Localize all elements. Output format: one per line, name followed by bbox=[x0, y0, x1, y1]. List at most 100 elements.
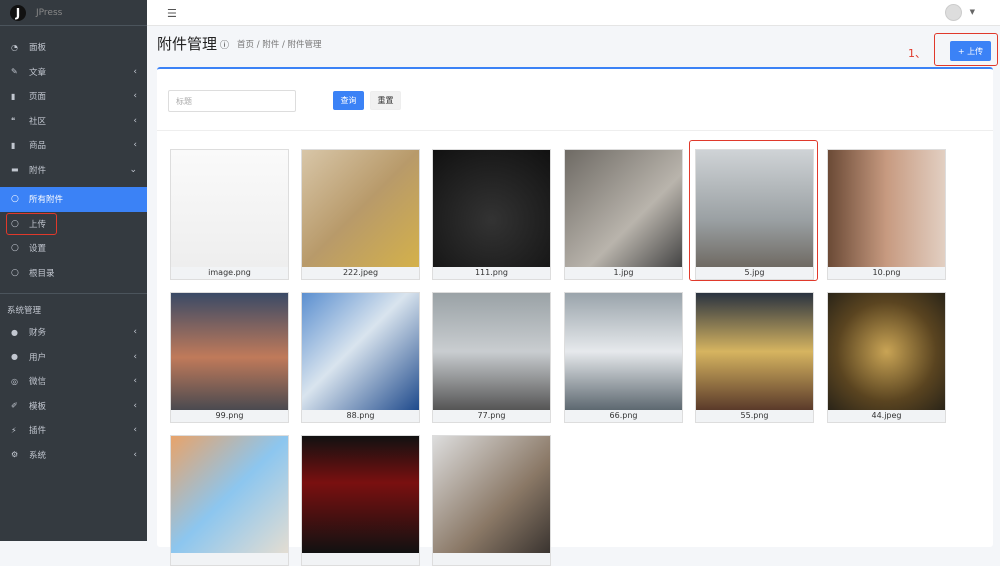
sidebar-item-0[interactable]: ◔ 面板 bbox=[0, 35, 147, 60]
attachment-name: 77.png bbox=[433, 410, 550, 422]
sidebar-item-label: 社区 bbox=[29, 116, 47, 127]
help-icon[interactable]: ⓘ bbox=[220, 38, 229, 51]
attachment-item[interactable]: 77.png bbox=[432, 292, 551, 423]
chevron-icon: ‹ bbox=[133, 140, 137, 151]
attachment-item[interactable]: 99.png bbox=[170, 292, 289, 423]
attachment-item[interactable]: 55.png bbox=[695, 292, 814, 423]
title-search-input[interactable]: 标题 bbox=[168, 90, 296, 112]
section-system: 系统管理 bbox=[0, 293, 147, 320]
edit-icon: ✎ bbox=[11, 67, 18, 77]
chevron-icon: ‹ bbox=[133, 449, 137, 460]
chevron-icon: ‹ bbox=[133, 115, 137, 126]
sidebar-item-label: 所有附件 bbox=[29, 195, 64, 206]
attachment-item[interactable]: 222.jpeg bbox=[301, 149, 420, 280]
attachment-name: 99.png bbox=[171, 410, 288, 422]
attachment-item[interactable]: 66.png bbox=[564, 292, 683, 423]
attachment-item[interactable]: 111.png bbox=[432, 149, 551, 280]
attachment-name: 66.png bbox=[565, 410, 682, 422]
avatar[interactable] bbox=[945, 4, 962, 21]
sidebar-item-2[interactable]: ▮ 页面 ‹ bbox=[0, 84, 147, 109]
sidebar-item-label: 附件 bbox=[29, 165, 47, 176]
dashboard-icon: ◔ bbox=[11, 42, 18, 52]
annotation-box-upload-button bbox=[934, 33, 998, 66]
chevron-icon: ‹ bbox=[133, 91, 137, 102]
attachment-item[interactable]: 1.jpg bbox=[564, 149, 683, 280]
reset-button[interactable]: 重置 bbox=[370, 91, 401, 110]
sidebar-item-3[interactable]: ✐ 模板 ‹ bbox=[0, 394, 147, 419]
sidebar-item-label: 财务 bbox=[29, 328, 47, 339]
folder-icon: ▬ bbox=[11, 165, 19, 175]
attachment-name: 111.png bbox=[433, 267, 550, 279]
sidebar-item-label: 根目录 bbox=[29, 268, 55, 279]
attachment-thumbnail[interactable] bbox=[302, 436, 419, 553]
sidebar-item-2[interactable]: ◎ 微信 ‹ bbox=[0, 369, 147, 394]
chevron-icon: ‹ bbox=[133, 327, 137, 338]
attachments-card: 标题 查询 重置 image.png 222.jpeg 111.png 1.jpg 5.… bbox=[157, 67, 993, 566]
sidebar-item-0[interactable]: ● 财务 ‹ bbox=[0, 320, 147, 345]
attachment-thumbnail[interactable] bbox=[828, 150, 945, 267]
attachment-item[interactable] bbox=[301, 435, 420, 566]
finance-icon: ● bbox=[11, 327, 18, 337]
sidebar-item-4[interactable]: ⚡ 插件 ‹ bbox=[0, 418, 147, 443]
breadcrumb: 首页 / 附件 / 附件管理 bbox=[237, 40, 322, 50]
attachment-thumbnail[interactable] bbox=[171, 293, 288, 410]
attachment-item[interactable]: 10.png bbox=[827, 149, 946, 280]
attachment-thumbnail[interactable] bbox=[565, 150, 682, 267]
attachment-thumbnail[interactable] bbox=[171, 150, 288, 267]
attachment-name: 10.png bbox=[828, 267, 945, 279]
attachment-name bbox=[302, 553, 419, 565]
query-button[interactable]: 查询 bbox=[333, 91, 364, 110]
attachment-thumbnail[interactable] bbox=[171, 436, 288, 553]
sidebar-item-label: 文章 bbox=[29, 67, 47, 78]
sidebar-item-4[interactable]: ▮ 商品 ‹ bbox=[0, 133, 147, 158]
attachment-name: 88.png bbox=[302, 410, 419, 422]
attachment-thumbnail[interactable] bbox=[433, 436, 550, 553]
sidebar-item-label: 页面 bbox=[29, 92, 47, 103]
brand[interactable]: J JPress bbox=[0, 0, 147, 26]
plug-icon: ⚡ bbox=[11, 425, 17, 435]
attachment-thumbnail[interactable] bbox=[433, 150, 550, 267]
divider bbox=[157, 130, 993, 131]
attachment-thumbnail[interactable] bbox=[302, 150, 419, 267]
attachment-name: 222.jpeg bbox=[302, 267, 419, 279]
sidebar-item-label: 设置 bbox=[29, 244, 47, 255]
sidebar-item-3[interactable]: ❝ 社区 ‹ bbox=[0, 109, 147, 134]
attachment-thumbnail[interactable] bbox=[828, 293, 945, 410]
attachment-item[interactable] bbox=[170, 435, 289, 566]
file-icon: ▮ bbox=[11, 91, 16, 101]
attachment-thumbnail[interactable] bbox=[302, 293, 419, 410]
sidebar-item-sub-2[interactable]: ○ 设置 bbox=[0, 236, 147, 261]
sidebar-item-sub-0[interactable]: ○ 所有附件 bbox=[0, 187, 147, 212]
circle-icon: ○ bbox=[11, 267, 19, 278]
sidebar-item-label: 模板 bbox=[29, 401, 47, 412]
attachment-thumbnail[interactable] bbox=[696, 293, 813, 410]
sidebar-item-label: 系统 bbox=[29, 450, 47, 461]
chevron-icon: ‹ bbox=[133, 376, 137, 387]
sidebar-item-label: 用户 bbox=[29, 352, 47, 363]
logo: J bbox=[10, 4, 26, 21]
caret-down-icon[interactable]: ▼ bbox=[970, 8, 975, 16]
circle-icon: ○ bbox=[11, 243, 19, 254]
gear-icon: ⚙ bbox=[11, 450, 19, 460]
attachment-item[interactable]: 88.png bbox=[301, 292, 420, 423]
page-title: 附件管理 bbox=[157, 35, 218, 53]
chevron-icon: ‹ bbox=[133, 400, 137, 411]
attachment-item[interactable] bbox=[432, 435, 551, 566]
circle-icon: ○ bbox=[11, 194, 19, 205]
topbar: ☰ ▼ bbox=[147, 0, 1000, 26]
attachment-thumbnail[interactable] bbox=[433, 293, 550, 410]
chevron-icon: ‹ bbox=[133, 425, 137, 436]
attachment-name: 55.png bbox=[696, 410, 813, 422]
menu-icon[interactable]: ☰ bbox=[167, 7, 177, 20]
sidebar-item-label: 商品 bbox=[29, 141, 47, 152]
sidebar-item-5[interactable]: ⚙ 系统 ‹ bbox=[0, 443, 147, 468]
attachment-item[interactable]: 44.jpeg bbox=[827, 292, 946, 423]
sidebar-item-sub-3[interactable]: ○ 根目录 bbox=[0, 261, 147, 286]
annotation-box-upload bbox=[6, 213, 57, 235]
attachment-thumbnail[interactable] bbox=[565, 293, 682, 410]
sidebar-item-1[interactable]: ● 用户 ‹ bbox=[0, 345, 147, 370]
sidebar-item-1[interactable]: ✎ 文章 ‹ bbox=[0, 60, 147, 85]
attachment-item[interactable]: image.png bbox=[170, 149, 289, 280]
annotation-1: 1、 bbox=[908, 47, 926, 60]
sidebar-item-5[interactable]: ▬ 附件 ⌄ bbox=[0, 158, 147, 183]
